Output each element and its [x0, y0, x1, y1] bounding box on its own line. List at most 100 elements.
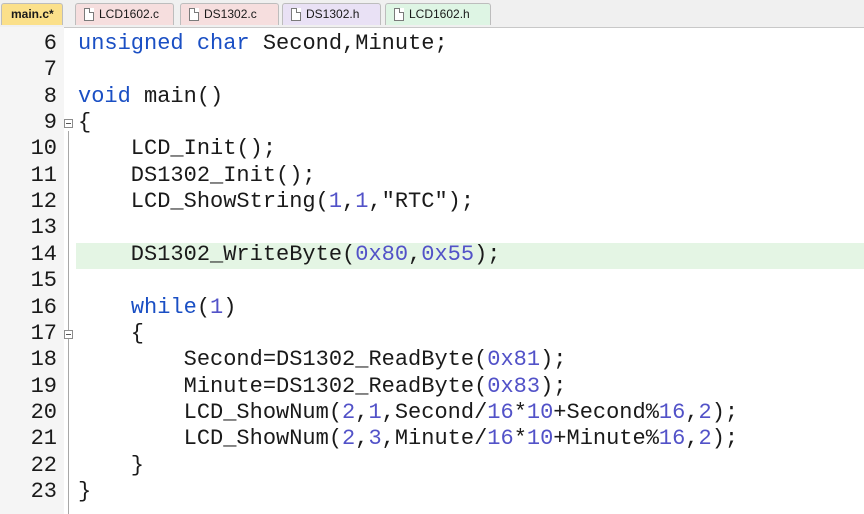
code-line[interactable]: DS1302_WriteByte(0x80,0x55); [78, 241, 501, 268]
tab-label: LCD1602.h [409, 7, 470, 21]
code-token: LCD_ShowNum( [78, 399, 343, 425]
line-number: 23 [30, 478, 57, 504]
code-token: , [408, 241, 422, 267]
line-number: 17 [30, 320, 57, 346]
fold-guide [68, 131, 69, 514]
code-token: , [355, 399, 369, 425]
line-number: 6 [43, 31, 57, 56]
code-token: 2 [698, 399, 712, 425]
code-line[interactable]: LCD_ShowNum(2,1,Second/16*10+Second%16,2… [78, 399, 739, 426]
tab-label: DS1302.c [204, 7, 257, 21]
line-number: 9 [43, 110, 57, 136]
code-line[interactable]: { [78, 110, 91, 136]
code-token: 10 [526, 426, 554, 452]
code-line[interactable]: Second=DS1302_ReadByte(0x81); [78, 347, 567, 373]
code-line[interactable]: while(1) [78, 294, 237, 321]
code-token: 2 [698, 426, 712, 452]
code-line[interactable]: { [78, 321, 144, 347]
tab-ds1302-c[interactable]: DS1302.c [180, 3, 279, 25]
code-token: while [130, 294, 197, 320]
tab-lcd1602-c[interactable]: LCD1602.c [75, 3, 174, 25]
code-token: void [78, 83, 131, 109]
tab-main-c[interactable]: main.c* [1, 3, 63, 25]
code-token: DS1302_WriteByte( [78, 241, 356, 267]
line-number: 15 [30, 268, 57, 294]
code-token: 16 [658, 399, 686, 425]
line-number: 14 [30, 241, 57, 267]
code-line[interactable]: LCD_Init(); [78, 136, 276, 162]
tab-label: LCD1602.c [99, 7, 160, 21]
code-token: +Minute% [553, 426, 659, 452]
code-token: DS1302_Init(); [78, 162, 316, 188]
c-file-icon [189, 8, 199, 21]
tab-ds1302-h[interactable]: DS1302.h [282, 3, 381, 25]
code-token: 1 [355, 189, 369, 215]
code-token: ) [223, 294, 237, 320]
code-line[interactable]: } [78, 453, 144, 479]
code-token: Minute=DS1302_ReadByte( [78, 373, 488, 399]
code-line[interactable]: LCD_ShowString(1,1,"RTC"); [78, 189, 474, 215]
code-token: ); [711, 426, 739, 452]
code-token: { [78, 320, 145, 346]
line-number: 10 [30, 136, 57, 162]
code-token: 16 [487, 426, 514, 452]
code-line[interactable]: unsigned char Second,Minute; [78, 31, 448, 57]
code-line[interactable]: void main() [78, 84, 223, 110]
code-token: 16 [658, 426, 686, 452]
code-token: 1 [210, 294, 224, 320]
code-token: 0x80 [355, 241, 409, 267]
code-token: ); [540, 373, 567, 399]
code-token: { [78, 110, 92, 136]
code-line[interactable]: LCD_ShowNum(2,3,Minute/16*10+Minute%16,2… [78, 426, 739, 452]
code-token: LCD_ShowNum( [78, 426, 343, 452]
code-token: +Second% [553, 399, 659, 425]
code-token: 1 [368, 399, 382, 425]
code-token: Second,Minute; [249, 31, 448, 56]
code-token: 16 [487, 399, 514, 425]
tab-label: main.c* [11, 7, 54, 21]
code-token: unsigned [78, 31, 184, 56]
code-token: ); [540, 347, 567, 373]
code-token: * [513, 399, 527, 425]
code-token: char [196, 31, 250, 56]
code-token: 2 [342, 399, 356, 425]
code-token: , [342, 189, 356, 215]
code-token: 0x81 [487, 347, 541, 373]
code-token: 3 [368, 426, 382, 452]
code-token: ,Second/ [381, 399, 488, 425]
tab-lcd1602-h[interactable]: LCD1602.h [385, 3, 491, 25]
code-token: LCD_ShowString( [78, 189, 329, 215]
code-line[interactable]: DS1302_Init(); [78, 163, 316, 189]
code-token: , [355, 426, 369, 452]
file-tab-bar: main.c* LCD1602.c DS1302.c DS1302.h LCD1… [0, 0, 864, 28]
code-token: , [685, 426, 699, 452]
collapse-main-icon[interactable] [64, 119, 73, 128]
code-line[interactable]: Minute=DS1302_ReadByte(0x83); [78, 374, 567, 400]
line-number: 12 [30, 189, 57, 215]
collapse-while-icon[interactable] [64, 330, 73, 339]
code-token: ); [711, 399, 739, 425]
code-token: 0x55 [421, 241, 475, 267]
code-token: main() [130, 83, 224, 109]
code-line[interactable]: } [78, 479, 91, 505]
code-token: Second=DS1302_ReadByte( [78, 347, 488, 373]
h-file-icon [394, 8, 404, 21]
h-file-icon [291, 8, 301, 21]
code-token: "RTC" [381, 189, 448, 215]
line-number: 16 [30, 294, 57, 320]
code-token: LCD_Init(); [78, 136, 277, 162]
code-token: 0x83 [487, 373, 541, 399]
code-token: ,Minute/ [381, 426, 488, 452]
line-number: 8 [43, 83, 57, 109]
code-token: } [78, 478, 92, 504]
tab-label: DS1302.h [306, 7, 360, 21]
line-number: 18 [30, 347, 57, 373]
line-number: 11 [30, 162, 57, 188]
c-file-icon [84, 8, 94, 21]
code-token: ( [196, 294, 211, 320]
code-token: ); [474, 241, 501, 267]
code-token: , [368, 189, 382, 215]
line-number: 21 [30, 426, 57, 452]
